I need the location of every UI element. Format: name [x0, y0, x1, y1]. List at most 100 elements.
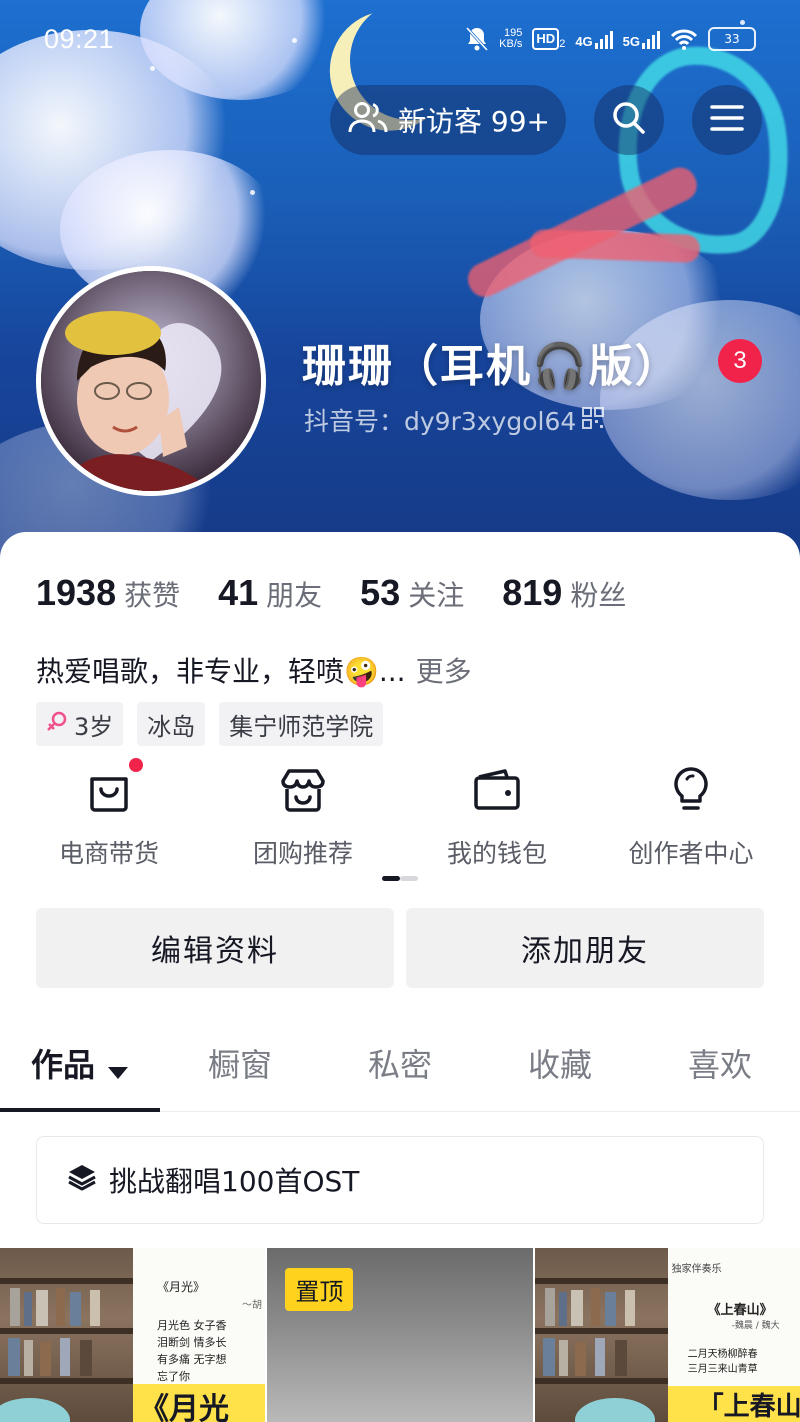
- stat-label: 粉丝: [570, 579, 627, 612]
- signal-4g: 4G: [575, 29, 613, 49]
- bio-text: 热爱唱歌，非专业，轻喷🤪...: [36, 655, 406, 688]
- avatar-photo: [41, 271, 261, 491]
- hd-indicator: HD 2: [532, 28, 565, 50]
- net-speed-unit: KB/s: [499, 38, 523, 50]
- add-friend-button[interactable]: 添加朋友: [406, 908, 764, 988]
- signal-5g: 5G: [623, 29, 660, 49]
- tab-showcase[interactable]: 橱窗: [160, 1040, 320, 1112]
- notification-badge[interactable]: 3: [718, 339, 762, 383]
- service-ecommerce[interactable]: 电商带货: [19, 758, 199, 870]
- video-thumbnail[interactable]: 独家伴奏乐 《上春山》 -魏晨 / 魏大 二月天杨柳醉春 三月三来山青草 「上春…: [534, 1248, 800, 1422]
- people-icon: [348, 101, 388, 139]
- douyin-id-text: 抖音号：dy9r3xygol64: [304, 407, 577, 436]
- lyrics-line: 二月天杨柳醉春: [687, 1349, 758, 1360]
- status-time: 09:21: [44, 24, 115, 54]
- service-group-buy[interactable]: 团购推荐: [213, 760, 393, 870]
- lyrics-lines: 月光色 女子香 泪断剑 情多长 有多痛 无字想 忘了你: [157, 1317, 265, 1385]
- service-label: 创作者中心: [628, 839, 754, 868]
- stat-number: 53: [360, 572, 401, 613]
- lyrics-overlay-title: 「上春山: [667, 1386, 800, 1422]
- tab-favorites[interactable]: 收藏: [480, 1040, 640, 1112]
- signal-5g-label: 5G: [622, 34, 640, 49]
- lyrics-line: 三月三来山青草: [687, 1364, 758, 1375]
- menu-button[interactable]: [692, 85, 762, 155]
- playlist-label: 挑战翻唱100首OST: [109, 1165, 360, 1198]
- video-thumbnail[interactable]: 置顶: [267, 1248, 533, 1422]
- signal-bars-icon: [594, 29, 613, 49]
- pager-dot: [400, 876, 418, 881]
- lyrics-title: 《上春山》: [707, 1303, 773, 1318]
- new-visitors-label: 新访客 99+: [398, 105, 550, 138]
- douyin-id[interactable]: 抖音号：dy9r3xygol64: [304, 402, 605, 438]
- battery-indicator: 33: [708, 27, 756, 51]
- lyrics-overlay-title: 《月光: [133, 1384, 266, 1422]
- status-bar: 09:21 195 KB/s HD 2 4G 5G 33: [0, 0, 800, 80]
- display-name: 珊珊（耳机🎧版）: [302, 341, 681, 392]
- wallet-icon: [407, 760, 587, 820]
- arrow-doodle: [529, 229, 701, 263]
- lyrics-line: 忘了你: [157, 1370, 190, 1383]
- service-wallet[interactable]: 我的钱包: [407, 760, 587, 870]
- lyrics-header: 独家伴奏乐: [671, 1264, 722, 1275]
- stat-likes[interactable]: 1938 获赞: [36, 572, 180, 614]
- video-thumbnail[interactable]: 《月光》 ～胡 月光色 女子香 泪断剑 情多长 有多痛 无字想 忘了你 《月光: [0, 1248, 266, 1422]
- lyrics-document: 独家伴奏乐 《上春山》 -魏晨 / 魏大 二月天杨柳醉春 三月三来山青草 「上春…: [667, 1248, 800, 1422]
- bio-more-link[interactable]: 更多: [416, 655, 472, 688]
- search-icon: [611, 100, 647, 140]
- new-dot-indicator: [129, 758, 143, 772]
- playlist-card[interactable]: 挑战翻唱100首OST: [36, 1136, 764, 1224]
- layers-icon: [67, 1162, 97, 1199]
- lyrics-subtitle: -魏晨 / 魏大: [731, 1321, 780, 1331]
- signal-bars-icon: [642, 29, 660, 49]
- qr-code-icon[interactable]: [582, 406, 605, 435]
- hd-sub: 2: [559, 38, 566, 50]
- tab-works[interactable]: 作品: [0, 1040, 160, 1112]
- mute-bell-icon: [465, 26, 489, 52]
- shopping-bag-icon: [19, 758, 199, 820]
- lyrics-title: 《月光》: [157, 1280, 206, 1294]
- stat-label: 获赞: [124, 579, 181, 612]
- pinned-badge: 置顶: [285, 1268, 354, 1311]
- tag-location: 冰岛: [137, 702, 206, 746]
- stat-number: 819: [502, 572, 563, 613]
- bio: 热爱唱歌，非专业，轻喷🤪... 更多: [36, 650, 472, 690]
- avatar[interactable]: [36, 266, 266, 496]
- tag-school: 集宁师范学院: [219, 702, 384, 746]
- tab-private[interactable]: 私密: [320, 1040, 480, 1112]
- stat-friends[interactable]: 41 朋友: [218, 572, 322, 614]
- new-visitors-button[interactable]: 新访客 99+: [330, 85, 566, 155]
- service-creator-center[interactable]: 创作者中心: [601, 760, 781, 870]
- lyrics-line: 月光色 女子香: [157, 1319, 227, 1332]
- stat-label: 关注: [408, 579, 465, 612]
- active-tab-indicator: [0, 1108, 160, 1112]
- lightbulb-icon: [601, 760, 781, 820]
- status-icons: 195 KB/s HD 2 4G 5G 33: [465, 26, 756, 52]
- service-label: 电商带货: [58, 839, 159, 868]
- wifi-icon: [670, 28, 698, 50]
- stats-row: 1938 获赞 41 朋友 53 关注 819 粉丝: [36, 572, 664, 614]
- lyrics-line: 有多痛 无字想: [157, 1353, 227, 1366]
- caret-down-icon: [107, 1050, 129, 1088]
- stat-followers[interactable]: 819 粉丝: [502, 572, 626, 614]
- signal-4g-label: 4G: [575, 34, 593, 49]
- service-label: 我的钱包: [446, 839, 547, 868]
- menu-icon: [710, 104, 744, 136]
- female-icon: [46, 710, 68, 738]
- bookshelf-image: [0, 1248, 133, 1422]
- tab-likes[interactable]: 喜欢: [640, 1040, 800, 1112]
- pager-dot-active: [382, 876, 400, 881]
- profile-sheet: 1938 获赞 41 朋友 53 关注 819 粉丝 热爱唱歌，非专业，轻喷🤪.…: [0, 532, 800, 1422]
- net-speed: 195 KB/s: [499, 28, 522, 50]
- store-icon: [213, 760, 393, 820]
- stat-label: 朋友: [266, 579, 323, 612]
- service-label: 团购推荐: [252, 839, 353, 868]
- lyrics-subtitle: ～胡: [242, 1300, 262, 1311]
- stat-following[interactable]: 53 关注: [360, 572, 464, 614]
- services-row: 电商带货 团购推荐 我的钱包 创作者中心: [0, 758, 800, 870]
- search-button[interactable]: [594, 85, 664, 155]
- hd-label: HD: [532, 28, 560, 50]
- lyrics-line: 泪断剑 情多长: [157, 1336, 227, 1349]
- lyrics-lines: 二月天杨柳醉春 三月三来山青草: [688, 1347, 800, 1377]
- lyrics-document: 《月光》 ～胡 月光色 女子香 泪断剑 情多长 有多痛 无字想 忘了你 《月光: [133, 1248, 266, 1422]
- edit-profile-button[interactable]: 编辑资料: [36, 908, 394, 988]
